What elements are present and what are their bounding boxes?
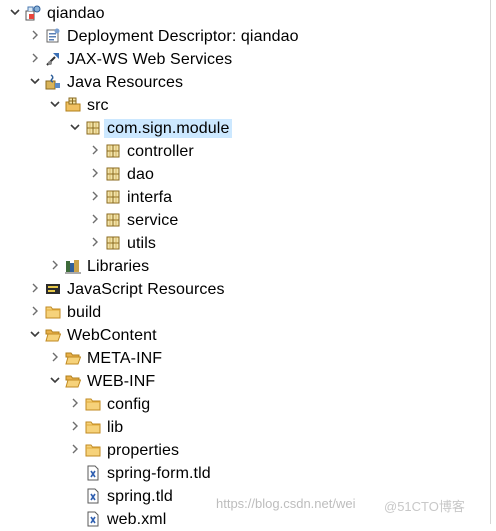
watermark-brand: @51CTO博客 <box>384 499 465 514</box>
tree-item-label: config <box>107 396 151 413</box>
javascript-resources-icon <box>45 281 61 297</box>
tree-item-javascript-resources[interactable]: JavaScript Resources <box>0 278 480 301</box>
tree-item-label: Java Resources <box>67 74 184 91</box>
chevron-right-icon[interactable] <box>88 188 102 204</box>
tree-item-label: build <box>67 304 102 321</box>
chevron-right-icon[interactable] <box>88 142 102 158</box>
open-folder-icon <box>65 373 81 389</box>
chevron-down-icon[interactable] <box>8 4 22 20</box>
folder-icon <box>85 442 101 458</box>
tree-item-label: lib <box>107 419 124 436</box>
package-icon <box>105 189 121 205</box>
tree-item-dao[interactable]: dao <box>0 163 480 186</box>
tree-item-label: utils <box>127 235 156 252</box>
web-services-icon <box>45 51 61 67</box>
tree-item-utils[interactable]: utils <box>0 232 480 255</box>
package-icon <box>105 143 121 159</box>
open-folder-icon <box>65 350 81 366</box>
tree-item-web-inf[interactable]: WEB-INF <box>0 370 480 393</box>
tree-item-controller[interactable]: controller <box>0 140 480 163</box>
tree-item-qiandao[interactable]: qiandao <box>0 2 480 25</box>
chevron-down-icon[interactable] <box>48 372 62 388</box>
tree-item-label: properties <box>107 442 180 459</box>
tree-item-label: qiandao <box>47 5 105 22</box>
tree-item-label: WebContent <box>67 327 157 344</box>
tree-item-label: web.xml <box>107 511 167 528</box>
tree-item-src[interactable]: src <box>0 94 480 117</box>
tree-item-deployment-descriptor-qiandao[interactable]: Deployment Descriptor: qiandao <box>0 25 480 48</box>
chevron-down-icon[interactable] <box>68 119 82 135</box>
tree-item-label: META-INF <box>87 350 163 367</box>
package-icon <box>85 120 101 136</box>
view-border <box>490 0 491 524</box>
tree-item-com-sign-module[interactable]: com.sign.module <box>0 117 480 140</box>
chevron-down-icon[interactable] <box>28 326 42 342</box>
tree-item-label: dao <box>127 166 154 183</box>
package-icon <box>105 235 121 251</box>
watermark-url: https://blog.csdn.net/wei <box>216 496 356 511</box>
tree-item-build[interactable]: build <box>0 301 480 324</box>
chevron-right-icon[interactable] <box>88 211 102 227</box>
tree-item-service[interactable]: service <box>0 209 480 232</box>
source-folder-icon <box>65 97 81 113</box>
tree-item-label: Deployment Descriptor: qiandao <box>67 28 299 45</box>
chevron-right-icon[interactable] <box>28 27 42 43</box>
folder-icon <box>45 304 61 320</box>
deployment-descriptor-icon <box>45 28 61 44</box>
project-explorer-tree: qiandao Deployment Descriptor: qiandao JAX… <box>0 0 490 528</box>
chevron-right-icon[interactable] <box>68 395 82 411</box>
tree-item-interfa[interactable]: interfa <box>0 186 480 209</box>
project-icon <box>25 5 41 21</box>
chevron-right-icon[interactable] <box>28 303 42 319</box>
chevron-right-icon[interactable] <box>28 280 42 296</box>
libraries-icon <box>65 258 81 274</box>
xml-file-icon <box>85 465 101 481</box>
tree-item-config[interactable]: config <box>0 393 480 416</box>
package-icon <box>105 212 121 228</box>
chevron-down-icon[interactable] <box>48 96 62 112</box>
folder-icon <box>85 419 101 435</box>
chevron-right-icon[interactable] <box>48 257 62 273</box>
open-folder-icon <box>45 327 61 343</box>
folder-icon <box>85 396 101 412</box>
chevron-right-icon[interactable] <box>48 349 62 365</box>
tree-item-label: interfa <box>127 189 173 206</box>
tree-item-jax-ws-web-services[interactable]: JAX-WS Web Services <box>0 48 480 71</box>
tree-item-libraries[interactable]: Libraries <box>0 255 480 278</box>
chevron-right-icon[interactable] <box>88 234 102 250</box>
tree-item-label: com.sign.module <box>104 119 233 138</box>
tree-item-label: WEB-INF <box>87 373 156 390</box>
tree-item-properties[interactable]: properties <box>0 439 480 462</box>
tree-item-java-resources[interactable]: Java Resources <box>0 71 480 94</box>
chevron-right-icon[interactable] <box>68 418 82 434</box>
chevron-down-icon[interactable] <box>28 73 42 89</box>
chevron-right-icon[interactable] <box>28 50 42 66</box>
chevron-right-icon[interactable] <box>68 441 82 457</box>
tree-item-label: src <box>87 97 109 114</box>
chevron-right-icon[interactable] <box>88 165 102 181</box>
java-resources-icon <box>45 74 61 90</box>
tree-item-webcontent[interactable]: WebContent <box>0 324 480 347</box>
tree-item-spring-form-tld[interactable]: spring-form.tld <box>0 462 480 485</box>
xml-file-icon <box>85 511 101 527</box>
package-icon <box>105 166 121 182</box>
tree-item-label: JavaScript Resources <box>67 281 225 298</box>
tree-item-label: spring-form.tld <box>107 465 211 482</box>
xml-file-icon <box>85 488 101 504</box>
tree-item-label: controller <box>127 143 194 160</box>
tree-item-label: JAX-WS Web Services <box>67 51 233 68</box>
tree-item-meta-inf[interactable]: META-INF <box>0 347 480 370</box>
tree-item-label: service <box>127 212 179 229</box>
tree-item-label: Libraries <box>87 258 150 275</box>
tree-item-label: spring.tld <box>107 488 173 505</box>
tree-item-lib[interactable]: lib <box>0 416 480 439</box>
